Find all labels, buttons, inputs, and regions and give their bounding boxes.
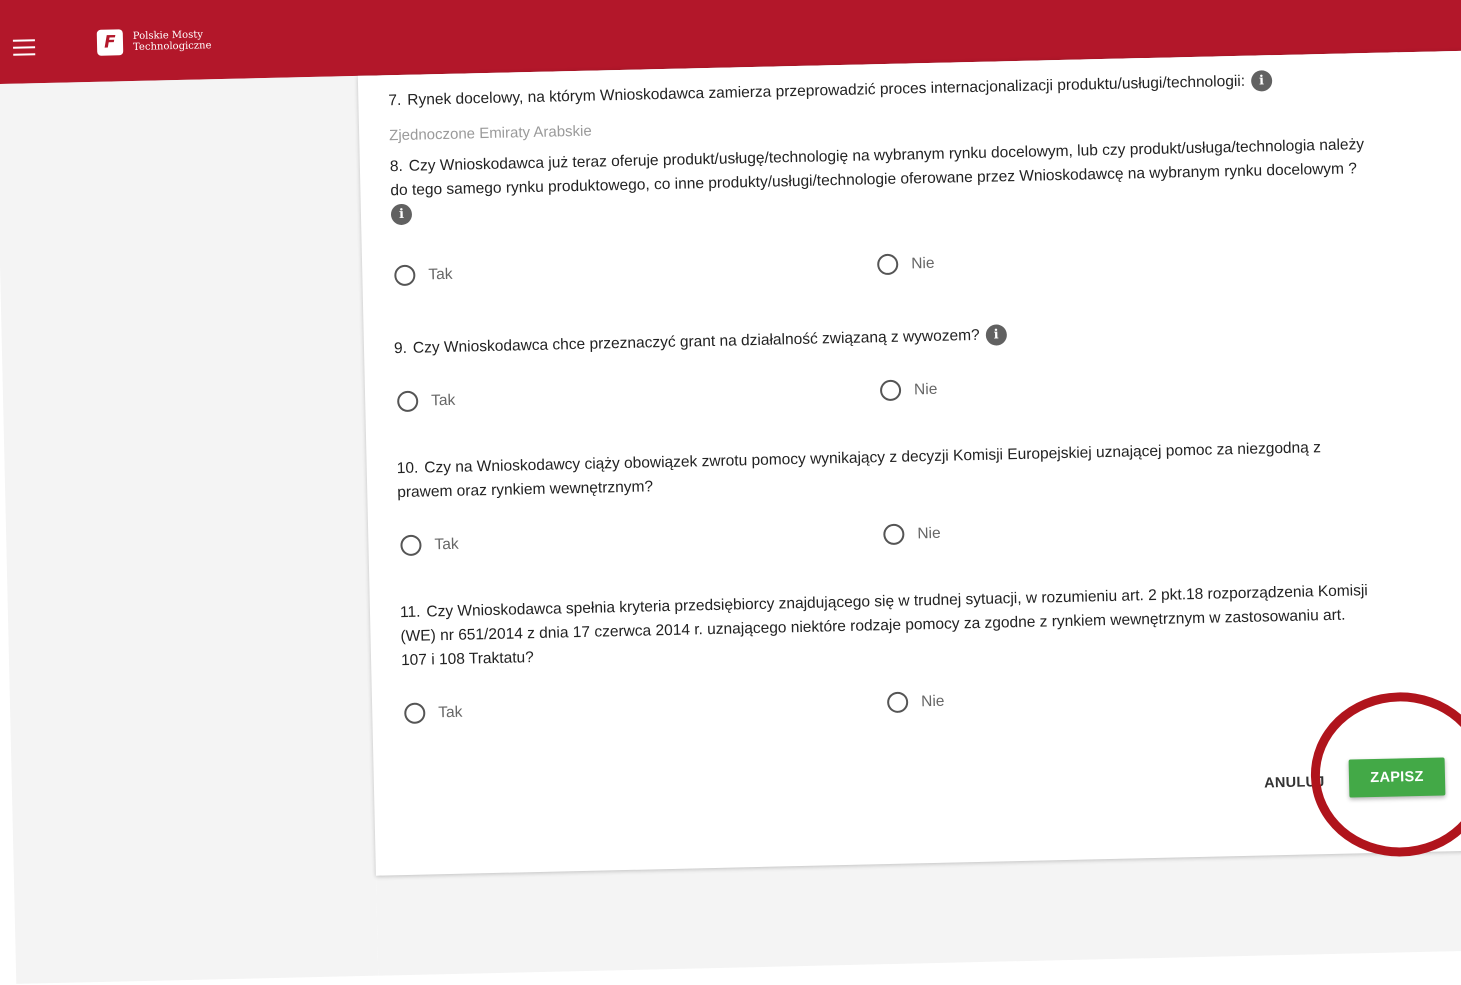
radio-label: Tak <box>434 535 459 553</box>
q11-radio-nie[interactable]: Nie <box>886 691 945 714</box>
radio-label: Tak <box>438 703 463 721</box>
question-11: 11. Czy Wnioskodawca spełnia kryteria prz… <box>400 579 1376 673</box>
question-text: Czy na Wnioskodawcy ciąży obowiązek zwro… <box>397 439 1322 502</box>
question-number: 9. <box>393 339 408 358</box>
brand-name: Polskie Mosty Technologiczne <box>133 29 212 53</box>
question-8: 8. Czy Wnioskodawca już teraz oferuje pro… <box>390 133 1366 227</box>
q8-radio-tak[interactable]: Tak <box>394 264 453 287</box>
question-7: 7. Rynek docelowy, na którym Wnioskodawca… <box>388 67 1363 113</box>
radio-circle <box>879 379 902 402</box>
question-text: Czy Wnioskodawca chce przeznaczyć grant … <box>412 326 980 357</box>
question-number: 7. <box>388 91 402 110</box>
q8-radio-nie[interactable]: Nie <box>876 253 935 276</box>
radio-circle <box>886 691 909 714</box>
question-text: Rynek docelowy, na którym Wnioskodawca z… <box>407 72 1246 109</box>
question-9: 9. Czy Wnioskodawca chce przeznaczyć gran… <box>394 315 1369 361</box>
radio-label: Tak <box>428 265 453 283</box>
q10-radio-tak[interactable]: Tak <box>400 534 459 557</box>
question-number: 11. <box>399 603 421 622</box>
brand-logo[interactable]: F Polskie Mosty Technologiczne <box>96 27 212 56</box>
radio-circle <box>883 523 905 546</box>
radio-label: Nie <box>913 380 938 398</box>
radio-circle <box>394 264 416 287</box>
radio-circle <box>404 702 426 725</box>
highlight-circle <box>1309 690 1461 859</box>
q9-radio-tak[interactable]: Tak <box>396 390 456 413</box>
info-icon[interactable]: i <box>390 204 413 226</box>
q10-radio-nie[interactable]: Nie <box>883 523 941 546</box>
question-number: 8. <box>389 157 404 176</box>
q9-radio-nie[interactable]: Nie <box>879 379 938 402</box>
hamburger-menu-icon[interactable] <box>12 39 36 56</box>
question-text: Czy Wnioskodawca już teraz oferuje produ… <box>390 136 1365 200</box>
radio-circle <box>396 390 419 413</box>
q11-radio-tak[interactable]: Tak <box>404 702 463 725</box>
question-text: Czy Wnioskodawca spełnia kryteria przeds… <box>400 582 1368 670</box>
brand-mark-icon: F <box>96 29 124 56</box>
brand-line-2: Technologiczne <box>132 40 212 53</box>
target-market-value: Zjednoczone Emiraty Arabskie <box>388 122 592 145</box>
info-icon[interactable]: i <box>1250 70 1273 93</box>
radio-label: Tak <box>431 391 456 409</box>
info-icon[interactable]: i <box>985 324 1007 347</box>
radio-circle <box>400 534 422 557</box>
question-number: 10. <box>396 459 419 478</box>
radio-label: Nie <box>920 692 945 710</box>
radio-label: Nie <box>911 254 935 272</box>
radio-circle <box>876 253 899 276</box>
left-gutter <box>0 75 379 984</box>
question-10: 10. Czy na Wnioskodawcy ciąży obowiązek z… <box>396 435 1372 505</box>
radio-label: Nie <box>917 524 941 542</box>
app-scene: F Polskie Mosty Technologiczne 7. Rynek d… <box>0 0 1461 984</box>
form-card: 7. Rynek docelowy, na którym Wnioskodawca… <box>357 50 1461 876</box>
